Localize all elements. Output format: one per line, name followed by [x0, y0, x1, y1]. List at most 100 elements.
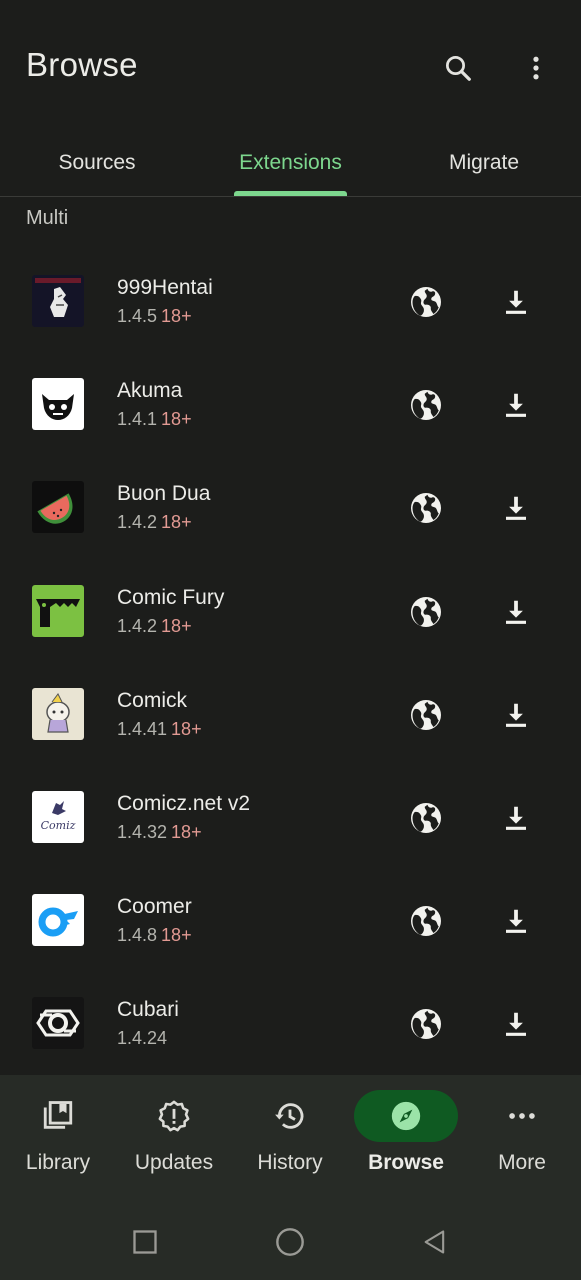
- globe-icon: [411, 906, 441, 937]
- nsfw-badge: 18+: [161, 306, 192, 326]
- extension-meta: 1.4.32 18+: [117, 822, 202, 843]
- open-website-button[interactable]: [404, 590, 448, 634]
- overflow-menu-button[interactable]: [514, 46, 558, 90]
- tab-bar: Sources Extensions Migrate: [0, 130, 581, 197]
- extension-name: Comick: [117, 688, 188, 712]
- bottom-navigation: Library Updates History Browse More: [0, 1075, 581, 1200]
- extension-name: Cubari: [117, 998, 179, 1022]
- extension-row[interactable]: Coomer 1.4.8 18+: [0, 869, 581, 972]
- comicfury-logo-icon: [32, 584, 84, 637]
- comick-logo-icon: [32, 687, 84, 740]
- nav-more[interactable]: More: [464, 1075, 580, 1200]
- active-tab-indicator: [234, 191, 347, 196]
- home-button[interactable]: [268, 1220, 312, 1264]
- cubari-logo-icon: [32, 997, 84, 1050]
- svg-text:Comiz: Comiz: [41, 819, 76, 832]
- compass-icon: [391, 1101, 421, 1131]
- home-circle-icon: [276, 1228, 304, 1256]
- open-website-button[interactable]: [404, 486, 448, 530]
- open-website-button[interactable]: [404, 383, 448, 427]
- extension-name: Comicz.net v2: [117, 791, 251, 815]
- download-button[interactable]: [494, 383, 538, 427]
- open-website-button[interactable]: [404, 693, 448, 737]
- back-button[interactable]: [413, 1220, 457, 1264]
- extension-row[interactable]: 999Hentai 1.4.5 18+: [0, 250, 581, 353]
- extension-meta: 1.4.8 18+: [117, 925, 192, 946]
- globe-icon: [411, 287, 441, 317]
- nav-label: Browse: [368, 1151, 444, 1174]
- download-button[interactable]: [494, 796, 538, 840]
- globe-icon: [411, 699, 441, 730]
- open-website-button[interactable]: [404, 280, 448, 324]
- more-horiz-icon: [509, 1113, 535, 1119]
- nav-library[interactable]: Library: [0, 1075, 116, 1200]
- nav-history[interactable]: History: [232, 1075, 348, 1200]
- nsfw-badge: 18+: [161, 409, 192, 430]
- download-button[interactable]: [494, 693, 538, 737]
- page-title: Browse: [26, 46, 138, 83]
- more-vert-icon: [533, 56, 539, 80]
- history-icon: [275, 1103, 304, 1129]
- recents-button[interactable]: [123, 1220, 167, 1264]
- tab-sources[interactable]: Sources: [0, 130, 194, 196]
- nav-pill: [122, 1090, 226, 1142]
- coomer-logo-icon: [32, 894, 84, 947]
- extension-row[interactable]: Comiz Comicz.net v2 1.4.32 18+: [0, 766, 581, 869]
- extension-version: 1.4.8: [117, 925, 158, 946]
- nav-label: More: [498, 1151, 546, 1174]
- extension-version: 1.4.32: [117, 821, 168, 842]
- download-button[interactable]: [494, 1002, 538, 1046]
- extension-row[interactable]: Comick 1.4.41 18+: [0, 663, 581, 766]
- nav-pill: [470, 1090, 574, 1142]
- extension-row[interactable]: Akuma 1.4.1 18+: [0, 353, 581, 456]
- extension-name: 999Hentai: [117, 276, 213, 299]
- tab-migrate[interactable]: Migrate: [387, 130, 581, 196]
- nav-pill: [6, 1090, 110, 1142]
- extension-name: Comic Fury: [117, 585, 225, 609]
- open-website-button[interactable]: [404, 796, 448, 840]
- top-app-bar: Browse: [0, 0, 581, 130]
- watermelon-logo-icon: [32, 481, 84, 534]
- download-icon: [506, 290, 526, 314]
- comicz-logo-icon: Comiz: [32, 790, 84, 843]
- 999hentai-logo-icon: [32, 275, 84, 327]
- extension-list: 999Hentai 1.4.5 18+ Akuma 1.4.1 18+ Buon D…: [0, 250, 581, 1076]
- tab-extensions[interactable]: Extensions: [194, 130, 387, 196]
- search-button[interactable]: [436, 46, 480, 90]
- nsfw-badge: 18+: [161, 615, 192, 636]
- section-header-multi: Multi: [26, 207, 69, 229]
- extension-row[interactable]: Comic Fury 1.4.2 18+: [0, 560, 581, 663]
- extension-meta: 1.4.41 18+: [117, 719, 202, 740]
- download-button[interactable]: [494, 899, 538, 943]
- download-icon: [506, 600, 526, 624]
- nav-browse[interactable]: Browse: [348, 1075, 464, 1200]
- globe-icon: [411, 390, 441, 421]
- extension-meta: 1.4.2 18+: [117, 616, 192, 637]
- extension-meta: 1.4.1 18+: [117, 409, 192, 430]
- download-icon: [506, 497, 526, 521]
- extension-row[interactable]: Cubari 1.4.24: [0, 972, 581, 1075]
- nsfw-badge: 18+: [171, 718, 202, 739]
- nsfw-badge: 18+: [171, 821, 202, 842]
- search-icon: [446, 56, 471, 81]
- nsfw-badge: 18+: [161, 512, 192, 533]
- extension-meta: 1.4.24: [117, 1028, 171, 1049]
- akuma-logo-icon: [32, 378, 84, 431]
- nav-label: Library: [25, 1151, 91, 1174]
- download-icon: [506, 806, 526, 830]
- extension-version: 1.4.2: [117, 615, 158, 636]
- download-icon: [506, 909, 526, 933]
- recents-square-icon: [133, 1230, 157, 1254]
- open-website-button[interactable]: [404, 1002, 448, 1046]
- download-button[interactable]: [494, 486, 538, 530]
- download-button[interactable]: [494, 590, 538, 634]
- open-website-button[interactable]: [404, 899, 448, 943]
- nsfw-badge: 18+: [161, 925, 192, 946]
- nav-updates[interactable]: Updates: [116, 1075, 232, 1200]
- download-button[interactable]: [494, 280, 538, 324]
- download-icon: [506, 703, 526, 727]
- nav-pill-active: [354, 1090, 458, 1142]
- globe-icon: [411, 802, 441, 833]
- extension-row[interactable]: Buon Dua 1.4.2 18+: [0, 456, 581, 559]
- updates-icon: [158, 1100, 190, 1132]
